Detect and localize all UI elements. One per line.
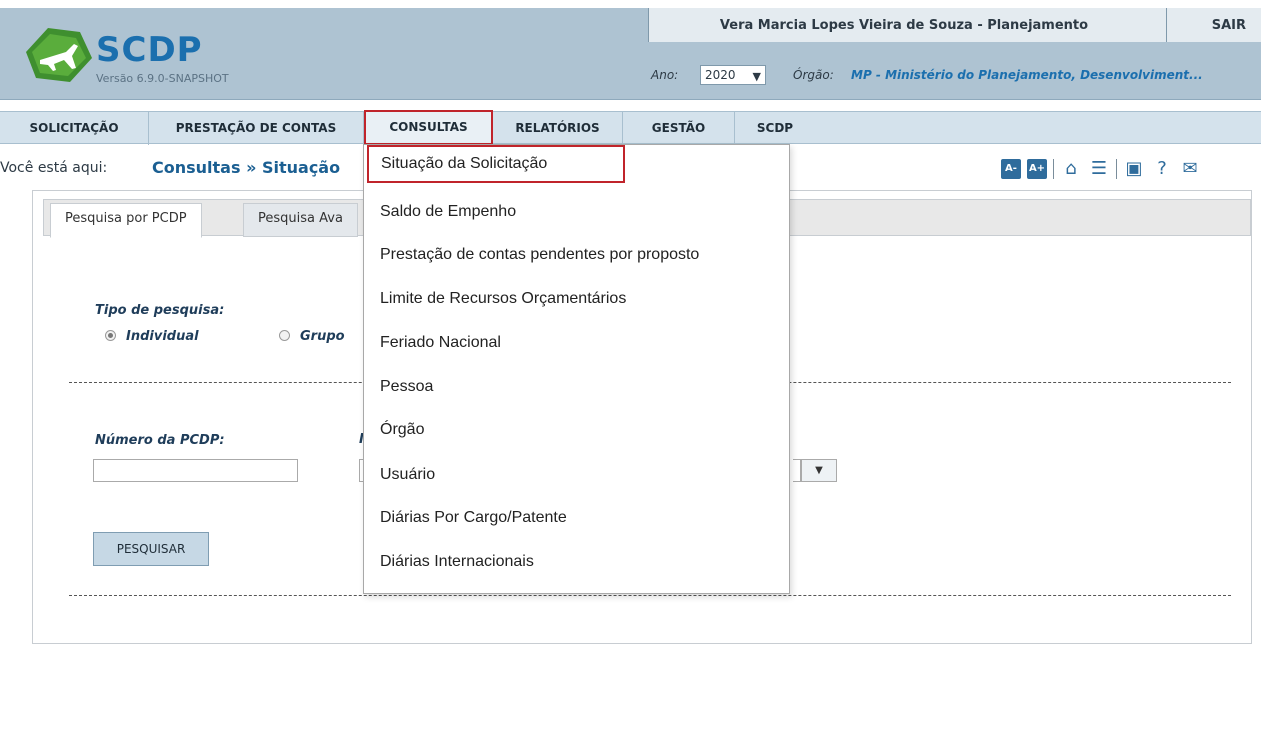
home-icon[interactable]: ⌂ [1060, 158, 1082, 180]
chat-icon[interactable]: ☰ [1088, 158, 1110, 180]
screen-icon[interactable]: ▣ [1123, 158, 1145, 180]
orgao-value[interactable]: MP - Ministério do Planejamento, Desenvo… [851, 68, 1203, 82]
tab-pesquisa-avancada[interactable]: Pesquisa Ava [243, 203, 358, 237]
radio-individual[interactable]: Individual [105, 329, 199, 344]
radio-checked-icon [105, 330, 116, 341]
logout-button[interactable]: SAIR [1167, 18, 1261, 33]
radio-grupo[interactable]: Grupo [279, 329, 345, 344]
chevron-down-icon: ▼ [752, 70, 761, 83]
menu-item-diarias-cargo[interactable]: Diárias Por Cargo/Patente [364, 509, 789, 527]
menu-item-pessoa[interactable]: Pessoa [364, 378, 789, 396]
divider [1116, 159, 1117, 179]
menu-item-feriado-nacional[interactable]: Feriado Nacional [364, 334, 789, 352]
radio-grupo-label: Grupo [300, 329, 345, 344]
menu-gestao[interactable]: GESTÃO [623, 112, 735, 145]
menu-relatorios[interactable]: RELATÓRIOS [493, 112, 623, 145]
radio-individual-label: Individual [126, 329, 199, 344]
menu-item-limite-recursos[interactable]: Limite de Recursos Orçamentários [364, 290, 789, 308]
orgao-label: Órgão: [793, 68, 834, 82]
toolbar: A- A+ ⌂ ☰ ▣ ? ✉ [1001, 156, 1201, 182]
menu-prestacao-de-contas[interactable]: PRESTAÇÃO DE CONTAS [149, 112, 364, 145]
tipo-pesquisa-label: Tipo de pesquisa: [95, 303, 225, 318]
menu-item-diarias-internacionais[interactable]: Diárias Internacionais [364, 553, 789, 571]
menu-item-orgao[interactable]: Órgão [364, 421, 789, 439]
menu-scdp[interactable]: SCDP [735, 112, 815, 145]
tab-pesquisa-por-pcdp[interactable]: Pesquisa por PCDP [50, 203, 202, 238]
ano-select[interactable]: 2020 ▼ [700, 65, 766, 85]
menu-solicitacao[interactable]: SOLICITAÇÃO [0, 112, 149, 145]
user-name: Vera Marcia Lopes Vieira de Souza - Plan… [719, 18, 1089, 33]
consultas-dropdown: Situação da Solicitação Saldo de Empenho… [363, 144, 790, 594]
app-title: SCDP [96, 30, 203, 70]
ano-label: Ano: [651, 68, 679, 82]
divider [69, 595, 1231, 596]
numero-pcdp-input[interactable] [93, 459, 298, 482]
mail-icon[interactable]: ✉ [1179, 158, 1201, 180]
search-button[interactable]: PESQUISAR [93, 532, 209, 566]
menu-item-situacao-da-solicitacao[interactable]: Situação da Solicitação [367, 145, 625, 183]
font-increase-button[interactable]: A+ [1027, 159, 1047, 179]
breadcrumb-label: Você está aqui: [0, 160, 108, 176]
ano-value: 2020 [705, 68, 736, 82]
menu-item-prestacao-pendentes[interactable]: Prestação de contas pendentes por propos… [364, 246, 789, 264]
breadcrumb[interactable]: Consultas » Situação [152, 158, 340, 177]
menu-item-saldo-de-empenho[interactable]: Saldo de Empenho [364, 203, 789, 221]
airplane-logo-icon [26, 28, 92, 82]
divider [1053, 159, 1054, 179]
font-decrease-button[interactable]: A- [1001, 159, 1021, 179]
chevron-down-icon[interactable]: ▼ [801, 459, 837, 482]
app-version: Versão 6.9.0-SNAPSHOT [96, 72, 229, 85]
help-icon[interactable]: ? [1151, 158, 1173, 180]
app-window: SCDP Versão 6.9.0-SNAPSHOT Vera Marcia L… [0, 0, 1261, 730]
header: SCDP Versão 6.9.0-SNAPSHOT Vera Marcia L… [0, 8, 1261, 100]
user-bar: Vera Marcia Lopes Vieira de Souza - Plan… [648, 8, 1261, 42]
numero-pcdp-label: Número da PCDP: [95, 433, 225, 448]
main-menu: SOLICITAÇÃO PRESTAÇÃO DE CONTAS CONSULTA… [0, 110, 1261, 145]
menu-consultas[interactable]: CONSULTAS [364, 110, 493, 145]
menu-item-usuario[interactable]: Usuário [364, 466, 789, 484]
field-select[interactable] [793, 459, 801, 482]
radio-unchecked-icon [279, 330, 290, 341]
